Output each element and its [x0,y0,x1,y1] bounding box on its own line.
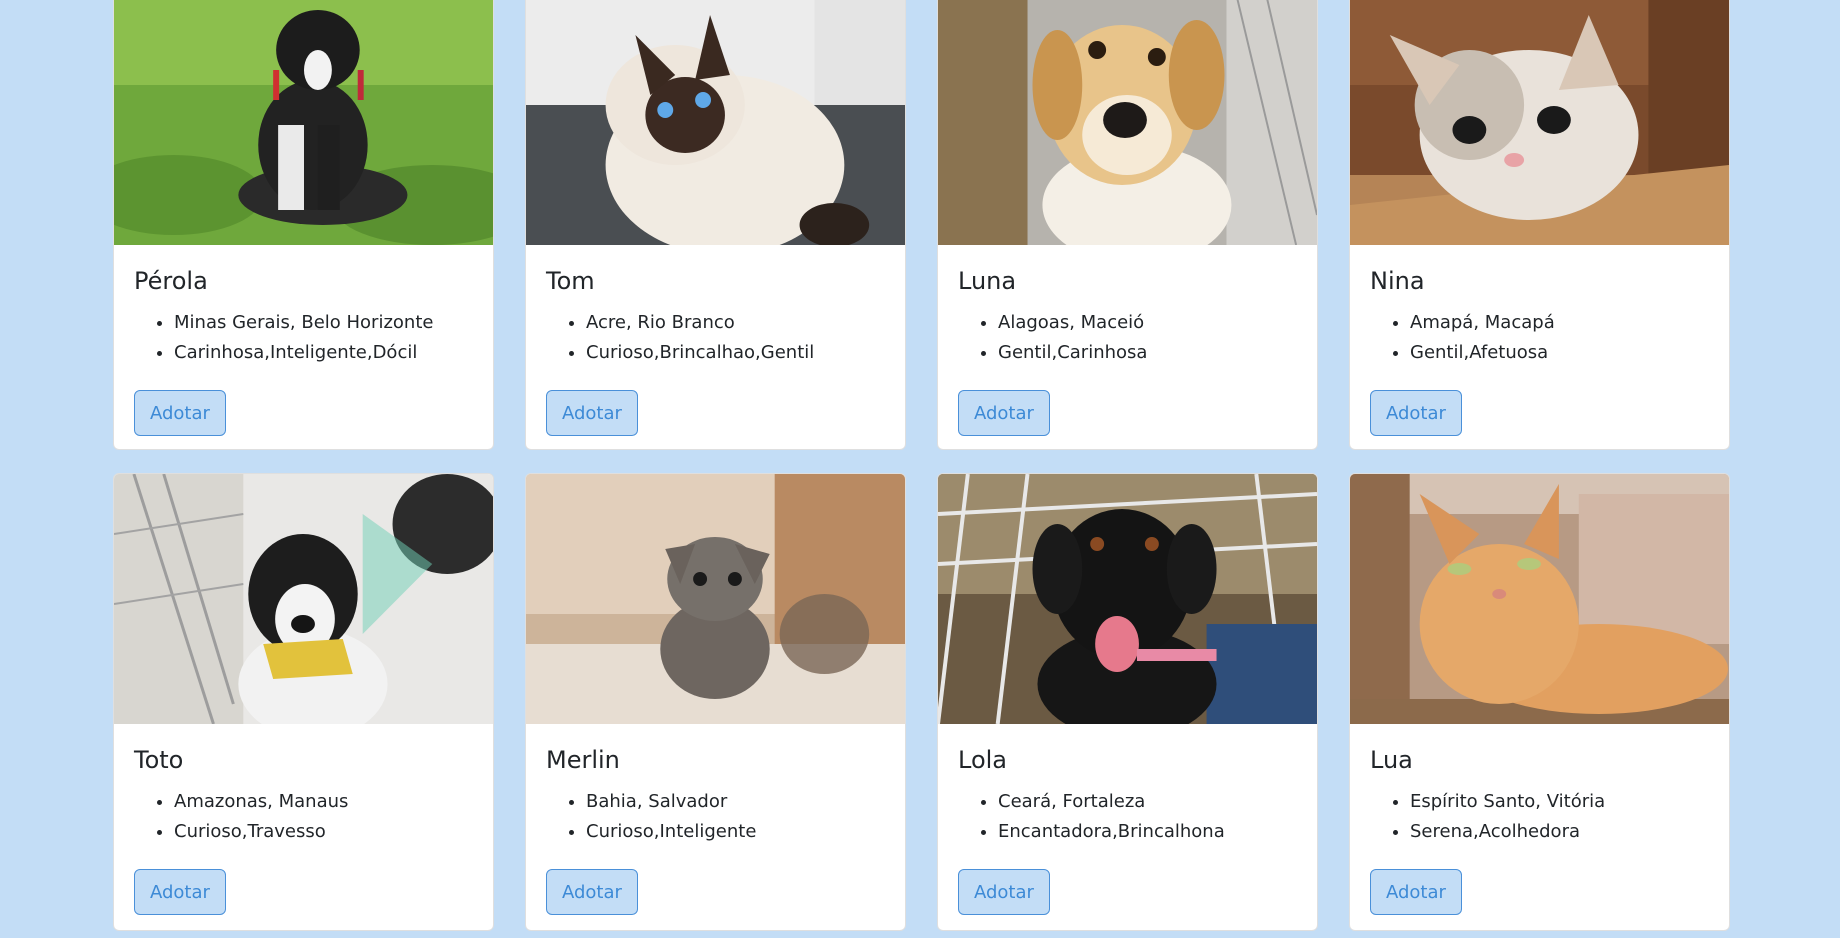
pet-location: Espírito Santo, Vitória [1410,787,1709,817]
pet-photo-orange-cat-in-box [1350,474,1729,724]
adopt-button[interactable]: Adotar [134,389,226,436]
pet-card: Merlin Bahia, Salvador Curioso,Inteligen… [525,473,906,931]
pet-info-list: Ceará, Fortaleza Encantadora,Brincalhona [958,787,1297,847]
adopt-button[interactable]: Adotar [546,389,638,436]
pet-traits: Curioso,Brincalhao,Gentil [586,338,885,368]
pet-info-list: Acre, Rio Branco Curioso,Brincalhao,Gent… [546,308,885,368]
pet-card: Tom Acre, Rio Branco Curioso,Brincalhao,… [525,0,906,450]
pet-name: Pérola [134,267,208,295]
pet-name: Tom [546,267,595,295]
pet-photo-black-white-puppy [114,474,493,724]
pet-photo-tabby-kitten [526,474,905,724]
pet-location: Amazonas, Manaus [174,787,473,817]
adopt-button[interactable]: Adotar [1370,868,1462,915]
pet-info-list: Alagoas, Maceió Gentil,Carinhosa [958,308,1297,368]
pet-card: Luna Alagoas, Maceió Gentil,Carinhosa Ad… [937,0,1318,450]
pet-traits: Curioso,Inteligente [586,817,885,847]
pet-info-list: Bahia, Salvador Curioso,Inteligente [546,787,885,847]
pet-traits: Curioso,Travesso [174,817,473,847]
pet-info-list: Amazonas, Manaus Curioso,Travesso [134,787,473,847]
pet-photo-puppy-on-grass [114,0,493,245]
pet-traits: Gentil,Afetuosa [1410,338,1709,368]
pet-card: Lua Espírito Santo, Vitória Serena,Acolh… [1349,473,1730,931]
pet-traits: Serena,Acolhedora [1410,817,1709,847]
pet-card: Nina Amapá, Macapá Gentil,Afetuosa Adota… [1349,0,1730,450]
pet-traits: Carinhosa,Inteligente,Dócil [174,338,473,368]
pet-name: Merlin [546,746,620,774]
pet-name: Toto [134,746,184,774]
pet-photo-siamese-cat [526,0,905,245]
pet-location: Alagoas, Maceió [998,308,1297,338]
pet-info-list: Amapá, Macapá Gentil,Afetuosa [1370,308,1709,368]
pet-name: Nina [1370,267,1425,295]
pet-location: Ceará, Fortaleza [998,787,1297,817]
pet-traits: Gentil,Carinhosa [998,338,1297,368]
pet-info-list: Minas Gerais, Belo Horizonte Carinhosa,I… [134,308,473,368]
pet-location: Amapá, Macapá [1410,308,1709,338]
adopt-button[interactable]: Adotar [958,389,1050,436]
pet-location: Acre, Rio Branco [586,308,885,338]
pet-card-grid: Pérola Minas Gerais, Belo Horizonte Cari… [113,0,1730,931]
pet-name: Lola [958,746,1008,774]
adopt-button[interactable]: Adotar [1370,389,1462,436]
pet-info-list: Espírito Santo, Vitória Serena,Acolhedor… [1370,787,1709,847]
pet-name: Lua [1370,746,1413,774]
pet-location: Bahia, Salvador [586,787,885,817]
pet-photo-tan-dog-in-kennel [938,0,1317,245]
pet-traits: Encantadora,Brincalhona [998,817,1297,847]
adopt-button[interactable]: Adotar [546,868,638,915]
adopt-button[interactable]: Adotar [958,868,1050,915]
pet-card: Toto Amazonas, Manaus Curioso,Travesso A… [113,473,494,931]
pet-name: Luna [958,267,1017,295]
adopt-button[interactable]: Adotar [134,868,226,915]
pet-photo-black-dog-in-cage [938,474,1317,724]
pet-location: Minas Gerais, Belo Horizonte [174,308,473,338]
pet-card: Lola Ceará, Fortaleza Encantadora,Brinca… [937,473,1318,931]
pet-photo-kitten-in-box [1350,0,1729,245]
pet-card: Pérola Minas Gerais, Belo Horizonte Cari… [113,0,494,450]
